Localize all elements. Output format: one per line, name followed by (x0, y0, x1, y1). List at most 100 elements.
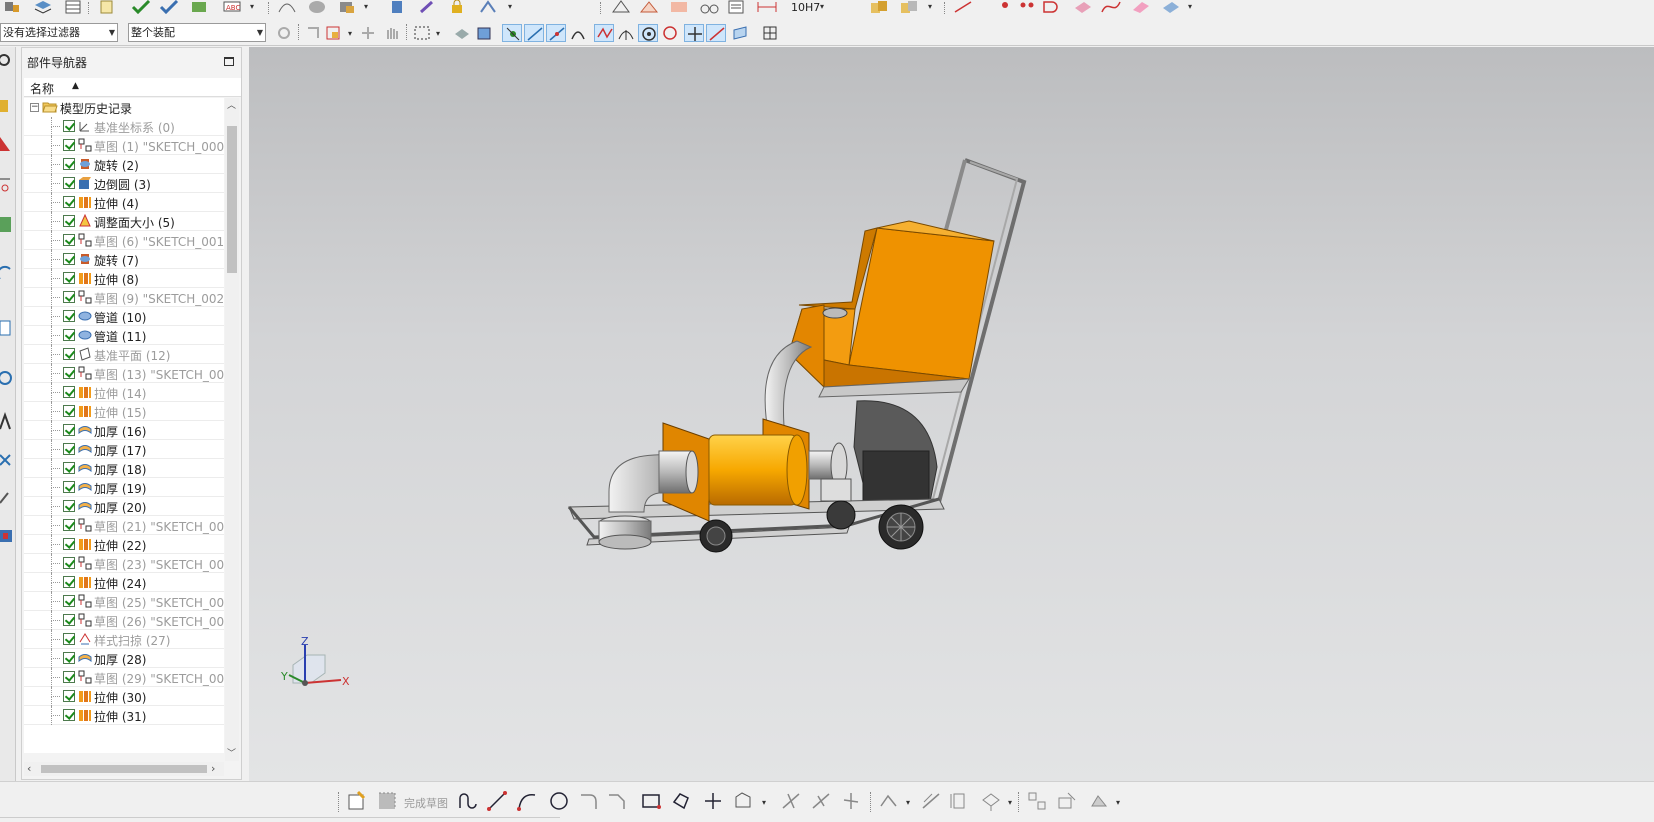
feature-row[interactable]: 拉伸 (4) (24, 193, 224, 212)
assembly-navigator-icon[interactable] (0, 95, 15, 117)
feature-row[interactable]: 拉伸 (30) (24, 687, 224, 706)
visibility-checkbox[interactable] (63, 671, 75, 683)
bounded-grid-icon[interactable] (730, 24, 750, 42)
column-header-name[interactable]: 名称 ▲ (24, 78, 241, 97)
measure-icon[interactable] (638, 0, 660, 14)
animate-dimension-icon[interactable] (1088, 790, 1110, 812)
profile-icon[interactable] (456, 790, 478, 812)
fillet-icon[interactable] (578, 790, 600, 812)
auto-constrain-icon[interactable] (1056, 790, 1078, 812)
visibility-checkbox[interactable] (63, 291, 75, 303)
visibility-checkbox[interactable] (63, 462, 75, 474)
new-component-icon[interactable] (898, 0, 920, 14)
feature-row[interactable]: 边倒圆 (3) (24, 174, 224, 193)
feature-row[interactable]: 草图 (6) "SKETCH_001" (24, 231, 224, 250)
visibility-checkbox[interactable] (63, 709, 75, 721)
visibility-checkbox[interactable] (63, 139, 75, 151)
scroll-up-icon[interactable]: ︿ (227, 98, 236, 111)
visibility-checkbox[interactable] (63, 310, 75, 322)
feature-row[interactable]: 拉伸 (31) (24, 706, 224, 725)
part-navigator-icon[interactable] (0, 173, 15, 195)
dropdown-arrow-icon[interactable]: ▾ (906, 798, 910, 807)
visibility-checkbox[interactable] (63, 481, 75, 493)
visibility-checkbox[interactable] (63, 557, 75, 569)
midpoint-snap-icon[interactable] (524, 24, 544, 42)
dimension-icon[interactable] (756, 0, 778, 14)
collapse-icon[interactable]: − (30, 103, 39, 112)
vertical-scrollbar[interactable]: ︿ ﹀ (225, 98, 239, 761)
feature-row[interactable]: 草图 (29) "SKETCH_008" (24, 668, 224, 687)
hand-icon[interactable] (382, 24, 402, 42)
horizontal-scrollbar[interactable]: ‹ › (24, 762, 224, 776)
ruled-surface-icon[interactable] (1160, 0, 1182, 14)
feature-row[interactable]: 拉伸 (15) (24, 402, 224, 421)
visibility-checkbox[interactable] (63, 690, 75, 702)
visibility-checkbox[interactable] (63, 386, 75, 398)
scroll-thumb[interactable] (227, 126, 237, 273)
sketch-point-icon[interactable] (702, 790, 724, 812)
feature-row[interactable]: 管道 (10) (24, 307, 224, 326)
visibility-checkbox[interactable] (63, 272, 75, 284)
visibility-checkbox[interactable] (63, 158, 75, 170)
text-annotation-icon[interactable]: ABC (222, 0, 244, 14)
surface-icon[interactable] (276, 0, 298, 14)
visibility-checkbox[interactable] (63, 538, 75, 550)
feature-row[interactable]: 草图 (21) "SKETCH_004" (24, 516, 224, 535)
visibility-checkbox[interactable] (63, 424, 75, 436)
maximize-icon[interactable] (224, 57, 234, 66)
feature-row[interactable]: 管道 (11) (24, 326, 224, 345)
scroll-thumb[interactable] (41, 765, 207, 773)
visibility-checkbox[interactable] (63, 234, 75, 246)
visibility-checkbox[interactable] (63, 348, 75, 360)
feature-row[interactable]: 草图 (13) "SKETCH_003" (24, 364, 224, 383)
circle-icon[interactable] (548, 790, 570, 812)
sketch-line-icon[interactable] (486, 790, 508, 812)
scroll-down-icon[interactable]: ﹀ (227, 746, 236, 759)
add-component-icon[interactable] (868, 0, 890, 14)
check-geometry-icon[interactable] (158, 0, 180, 14)
brush-icon[interactable] (416, 0, 438, 14)
visibility-checkbox[interactable] (63, 614, 75, 626)
feature-row[interactable]: 草图 (25) "SKETCH_006" (24, 592, 224, 611)
visibility-checkbox[interactable] (63, 253, 75, 265)
feature-row[interactable]: 加厚 (16) (24, 421, 224, 440)
feature-row[interactable]: 加厚 (19) (24, 478, 224, 497)
scroll-right-icon[interactable]: › (211, 762, 215, 775)
feature-row[interactable]: 加厚 (17) (24, 440, 224, 459)
grid-snap-icon[interactable] (760, 24, 780, 42)
feature-row[interactable]: 拉伸 (14) (24, 383, 224, 402)
dropdown-arrow-icon[interactable]: ▾ (436, 29, 440, 38)
intersection-snap-icon[interactable] (594, 24, 614, 42)
selection-settings-icon[interactable] (274, 24, 294, 42)
triangle-icon[interactable] (610, 0, 632, 14)
lock-icon[interactable] (446, 0, 468, 14)
polygon-icon[interactable] (670, 790, 692, 812)
show-hide-icon[interactable] (452, 24, 472, 42)
dropdown-arrow-icon[interactable]: ▾ (928, 2, 932, 11)
show-constraints-icon[interactable] (1026, 790, 1048, 812)
add-component-filter-icon[interactable] (358, 24, 378, 42)
feature-row[interactable]: 拉伸 (24) (24, 573, 224, 592)
quick-extend-icon[interactable] (810, 790, 832, 812)
dropdown-arrow-icon[interactable]: ▾ (250, 2, 254, 11)
arc-icon[interactable] (516, 790, 538, 812)
dropdown-arrow-icon[interactable]: ▾ (1188, 2, 1192, 11)
make-corner-icon[interactable] (840, 790, 862, 812)
box-select-icon[interactable] (474, 24, 494, 42)
reuse-library-icon[interactable] (0, 213, 15, 235)
document-icon[interactable] (96, 0, 118, 14)
geometric-constraint-icon[interactable] (980, 790, 1002, 812)
palette-icon[interactable] (0, 525, 15, 547)
feature-row[interactable]: 草图 (26) "SKETCH_007" (24, 611, 224, 630)
history-icon[interactable] (0, 317, 15, 339)
arc-center-snap-icon[interactable] (638, 24, 658, 42)
feature-row[interactable]: 草图 (23) "SKETCH_005" (24, 554, 224, 573)
sweep-icon[interactable] (1130, 0, 1152, 14)
offset-curve-icon[interactable] (732, 790, 754, 812)
web-browser-icon[interactable] (0, 263, 15, 285)
render-style-icon[interactable] (336, 0, 358, 14)
visibility-checkbox[interactable] (63, 177, 75, 189)
assembly-icon[interactable] (2, 0, 24, 14)
process-studio-icon[interactable] (0, 449, 15, 471)
dropdown-arrow-icon[interactable]: ▾ (1116, 798, 1120, 807)
